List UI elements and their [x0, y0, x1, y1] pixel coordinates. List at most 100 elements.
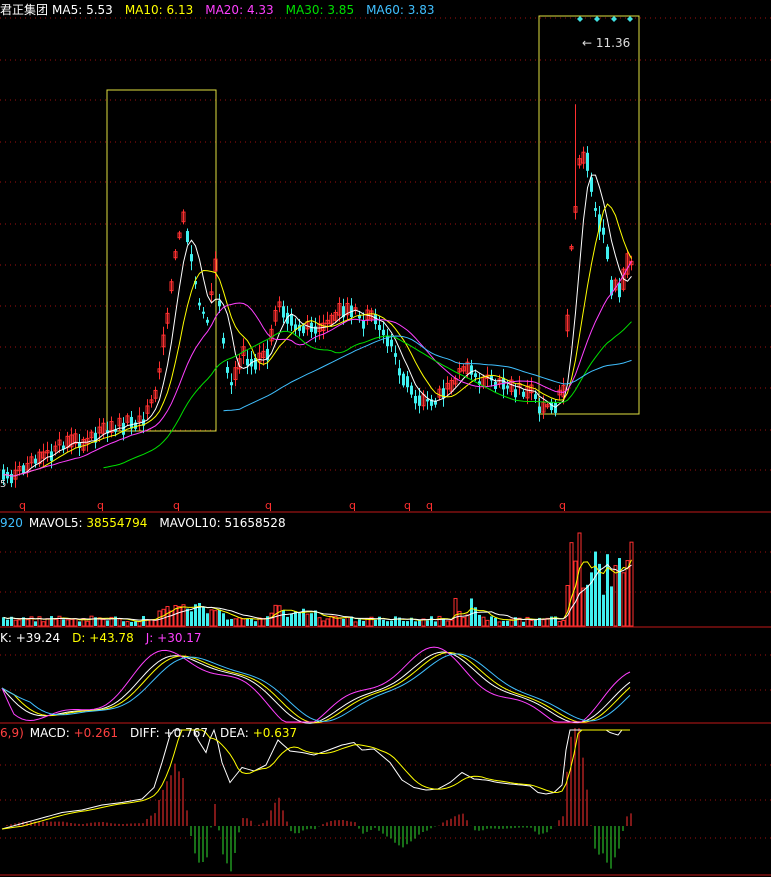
event-marker: q	[97, 499, 104, 512]
candle-body	[246, 358, 249, 366]
candle-body	[122, 422, 125, 435]
volume-bar	[89, 615, 94, 627]
event-marker: q	[349, 499, 356, 512]
volume-bar	[25, 619, 30, 627]
price-legend: 君正集团 MA5: 5.53 MA10: 6.13 MA20: 4.33 MA30: 3…	[0, 1, 447, 18]
volume-bar	[290, 613, 293, 626]
ma60-legend: MA60: 3.83	[366, 3, 435, 17]
volume-bar	[494, 617, 497, 626]
volume-bar	[329, 615, 334, 627]
volume-bar	[246, 618, 249, 626]
stock-chart: qqqqqqqq	[0, 15, 771, 876]
volume-bar	[337, 617, 342, 627]
volume-bar	[358, 619, 361, 626]
candle-body	[222, 337, 225, 344]
macd-value-legend: MACD: +0.261	[29, 726, 119, 740]
volume-bar	[610, 586, 613, 626]
ma20-legend: MA20: 4.33	[205, 3, 274, 17]
volume-bar	[241, 618, 246, 627]
volume-bar	[317, 617, 322, 627]
volume-bar	[226, 619, 229, 626]
volume-bar	[461, 617, 466, 627]
k-line	[1, 651, 631, 724]
volume-bar	[69, 618, 74, 627]
highlight-box	[538, 15, 640, 415]
event-marker: q	[426, 499, 433, 512]
volume-bar	[569, 542, 574, 627]
ma30-legend: MA30: 3.85	[285, 3, 355, 17]
diff-line	[1, 728, 630, 830]
volume-bar	[117, 618, 122, 627]
volume-bar	[561, 619, 566, 627]
volume-bar	[130, 621, 133, 626]
volume-bar	[353, 621, 358, 627]
volume-bar	[298, 612, 301, 626]
signal-diamond-icon	[611, 16, 617, 22]
volume-bar	[629, 541, 634, 627]
volume-bar	[202, 606, 205, 626]
volume-bar	[325, 618, 330, 627]
candle-body	[202, 311, 205, 314]
volume-bar	[169, 610, 174, 627]
volume-bar	[149, 619, 154, 627]
candle-body	[362, 320, 365, 329]
volume-bar	[485, 619, 490, 627]
candle-body	[594, 208, 597, 211]
candle-body	[602, 227, 605, 235]
volume-bar	[209, 609, 214, 627]
volume-bar	[230, 618, 233, 626]
mavol10-legend: MAVOL10: 51658528	[159, 516, 286, 530]
volume-bar	[282, 610, 285, 626]
volume-bar	[41, 621, 46, 627]
volume-bar	[65, 619, 70, 627]
volume-bar	[50, 616, 53, 626]
volume-bar	[573, 560, 578, 627]
volume-bar	[382, 619, 385, 626]
candle-body	[474, 373, 477, 378]
volume-bar	[213, 610, 218, 627]
volume-bar	[73, 618, 78, 627]
candle-body	[230, 382, 233, 386]
diff-legend: DIFF: +0.767	[130, 726, 208, 740]
candle-body	[606, 246, 609, 260]
volume-bar	[506, 620, 509, 626]
peak-price-label: ← 11.36	[582, 36, 631, 50]
volume-bar	[137, 621, 142, 627]
volume-bar	[581, 587, 586, 627]
candle-body	[406, 376, 409, 388]
volume-bar	[53, 618, 58, 627]
volume-bar	[157, 610, 162, 627]
volume-bar	[177, 606, 182, 627]
macd-legend: 6,9) MACD: +0.261 DIFF: +0.767 DEA: +0.637	[0, 726, 309, 740]
volume-bar	[502, 620, 505, 626]
mavol10-line	[3, 563, 632, 621]
volume-bar	[621, 572, 626, 627]
candle-body	[290, 314, 293, 326]
candle-body	[186, 231, 189, 243]
event-marker: q	[265, 499, 272, 512]
kdj-legend: K: +39.24 D: +43.78 J: +30.17	[0, 631, 214, 645]
candle-body	[618, 283, 621, 298]
candle-body	[426, 399, 429, 402]
volume-bar	[2, 617, 5, 626]
candle-body	[390, 339, 393, 347]
volume-bar	[426, 620, 429, 626]
volume-bar	[57, 615, 62, 627]
volume-bar	[34, 621, 37, 626]
volume-bar	[406, 621, 409, 626]
volume-bar	[465, 614, 470, 627]
candle-body	[378, 325, 381, 331]
candle-body	[190, 254, 193, 262]
candle-body	[506, 385, 509, 389]
dea-legend: DEA: +0.637	[219, 726, 298, 740]
candle-body	[226, 367, 229, 373]
volume-legend: 920 MAVOL5: 38554794 MAVOL10: 51658528	[0, 516, 298, 530]
volume-bar	[125, 621, 130, 627]
volume-bar	[345, 616, 350, 627]
volume-bar	[250, 618, 253, 626]
event-marker: q	[559, 499, 566, 512]
volume-bar	[122, 621, 125, 626]
volume-bar	[261, 618, 266, 627]
volume-bar	[206, 613, 209, 626]
volume-bar	[625, 560, 630, 627]
